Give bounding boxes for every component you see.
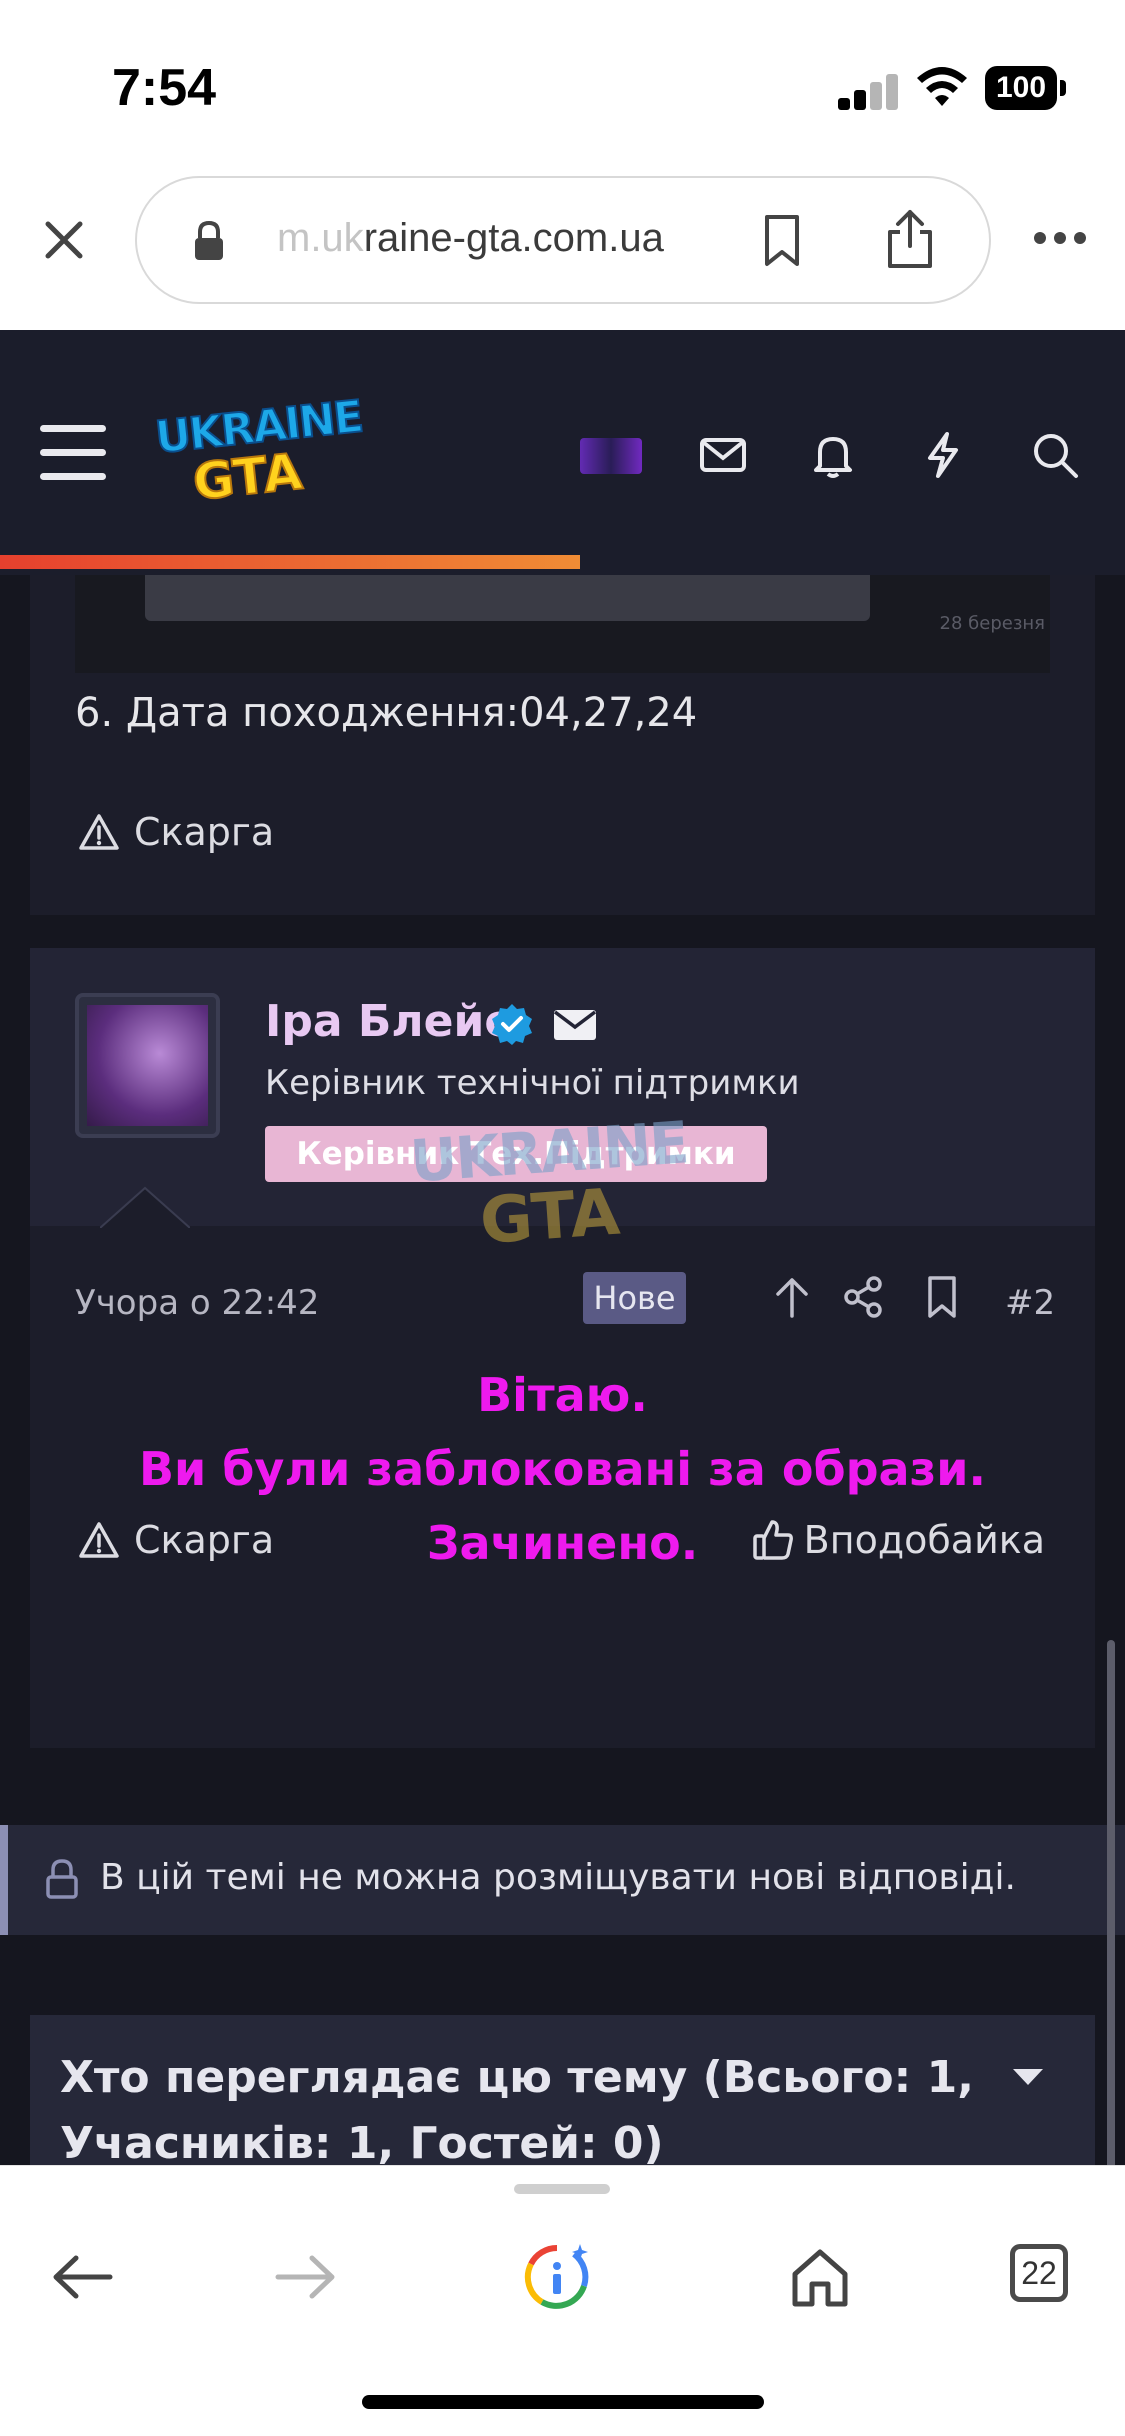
toolbar-drag-handle[interactable] [514, 2184, 610, 2194]
url-domain: raine-gta.com.ua [363, 216, 664, 260]
forum-header: UKRAINE GTA [0, 330, 1125, 575]
report-button[interactable]: Скарга [78, 810, 274, 854]
google-lens-icon[interactable] [522, 2242, 592, 2312]
url-prefix: m.uk [277, 216, 364, 260]
more-options-icon[interactable] [1032, 230, 1088, 246]
lightning-icon[interactable] [918, 430, 968, 480]
post-text: 6. Дата походження:04,27,24 [75, 690, 698, 736]
site-logo[interactable]: UKRAINE GTA [152, 390, 365, 512]
report-label: Скарга [134, 810, 275, 854]
bell-icon[interactable] [808, 430, 858, 480]
url-field[interactable]: m.ukraine-gta.com.ua [135, 176, 991, 304]
report-button[interactable]: Скарга [78, 1518, 274, 1562]
share-icon[interactable] [884, 208, 936, 270]
chevron-down-icon[interactable] [1011, 2065, 1045, 2089]
post-2: Іра Блейс Керівник технічної підтримки К… [30, 948, 1095, 1748]
battery-level: 100 [985, 66, 1057, 110]
attachment-date: 28 березня [939, 613, 1045, 634]
author-banner: Керівник Тех.Підтримки [265, 1126, 767, 1182]
logo-line2: GTA [189, 441, 306, 512]
browser-toolbar: 22 [0, 2165, 1125, 2436]
report-label: Скарга [134, 1518, 275, 1562]
like-button[interactable]: Вподобайка [752, 1518, 1045, 1562]
thread-viewers-panel[interactable]: Хто переглядає цю тему (Всього: 1, Учасн… [30, 2015, 1095, 2165]
bookmark-icon[interactable] [762, 214, 802, 268]
thread-content: 28 березня 6. Дата походження:04,27,24 С… [0, 575, 1125, 2165]
closed-notice-text: В цій темі не можна розміщувати нові від… [100, 1857, 1016, 1898]
status-time: 7:54 [112, 59, 217, 117]
message-line-1: Вітаю. [477, 1368, 648, 1422]
wifi-icon [917, 67, 967, 106]
tabs-button[interactable]: 22 [1010, 2244, 1068, 2302]
warning-icon [79, 814, 119, 850]
warning-icon [79, 1522, 119, 1558]
status-bar: 7:54 100 [0, 0, 1125, 170]
post-1: 28 березня 6. Дата походження:04,27,24 С… [30, 575, 1095, 915]
thumbs-up-icon [752, 1520, 793, 1560]
bookmark-post-icon[interactable] [920, 1274, 964, 1320]
author-title: Керівник технічної підтримки [265, 1063, 800, 1103]
thread-closed-notice: В цій темі не можна розміщувати нові від… [0, 1825, 1125, 1935]
post-date[interactable]: Учора о 22:42 [75, 1283, 319, 1323]
lock-icon [46, 1859, 78, 1899]
viewers-title: Хто переглядає цю тему (Всього: 1, Учасн… [60, 2052, 974, 2165]
home-indicator [362, 2395, 764, 2409]
attachment-image-inner [145, 575, 870, 621]
lock-icon [195, 220, 223, 260]
post-author-block: Іра Блейс Керівник технічної підтримки К… [30, 948, 1095, 1228]
url-text: m.ukraine-gta.com.ua [277, 216, 717, 261]
message-line-2: Ви були заблоковані за образи. [139, 1442, 986, 1496]
arrow-up-icon[interactable] [770, 1274, 814, 1320]
back-arrow-icon[interactable] [48, 2242, 118, 2312]
scrollbar[interactable] [1107, 1640, 1115, 2165]
user-avatar-small[interactable] [580, 438, 642, 474]
forward-arrow-icon[interactable] [270, 2242, 340, 2312]
share-post-icon[interactable] [842, 1274, 886, 1320]
browser-address-bar: m.ukraine-gta.com.ua [0, 170, 1125, 330]
new-badge: Нове [583, 1272, 686, 1324]
search-icon[interactable] [1030, 430, 1080, 480]
author-username[interactable]: Іра Блейс [265, 996, 510, 1047]
like-label: Вподобайка [803, 1518, 1045, 1562]
verified-icon [492, 1004, 532, 1045]
cellular-signal-icon [838, 74, 900, 110]
menu-icon[interactable] [40, 425, 106, 481]
close-icon[interactable] [40, 216, 88, 264]
post-number[interactable]: #2 [1005, 1283, 1055, 1323]
message-author-icon[interactable] [552, 1008, 598, 1042]
author-arrow [100, 1186, 190, 1228]
post-attachment-image[interactable]: 28 березня [75, 575, 1050, 673]
author-avatar[interactable] [75, 993, 220, 1138]
home-icon[interactable] [785, 2242, 855, 2312]
mail-icon[interactable] [698, 430, 748, 480]
scroll-progress-bar [0, 555, 580, 569]
battery-icon: 100 [985, 66, 1066, 110]
